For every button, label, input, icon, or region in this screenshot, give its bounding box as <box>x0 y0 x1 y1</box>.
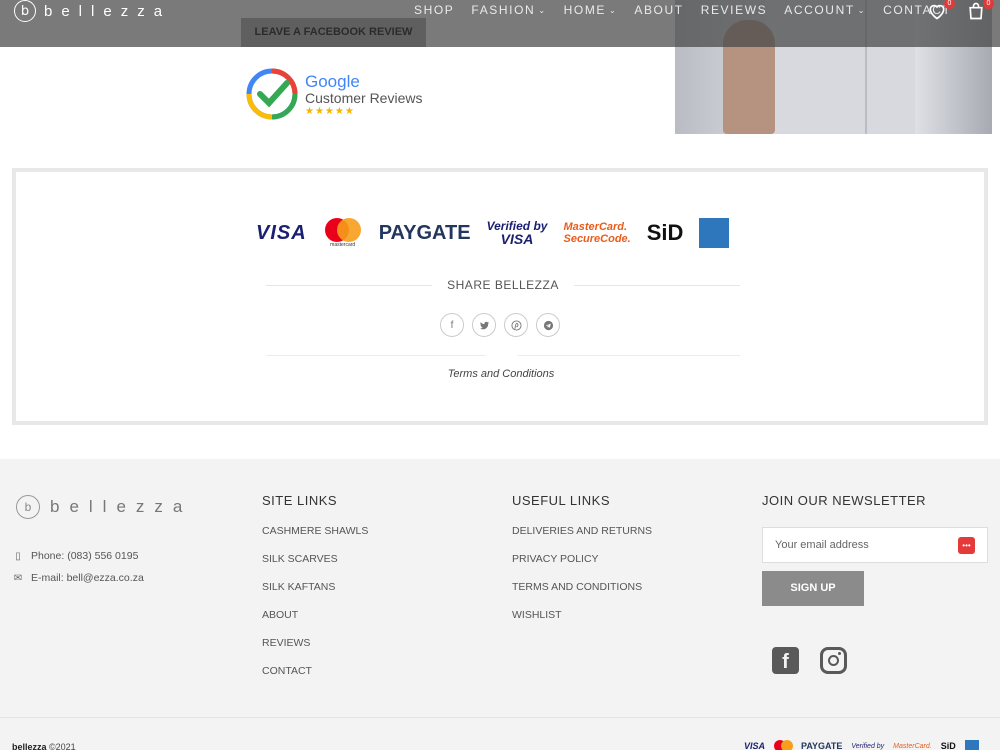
divider <box>518 355 740 356</box>
paygate-logo: PAYGATE <box>801 741 843 750</box>
mastercard-securecode-logo: MasterCard. <box>893 742 932 750</box>
facebook-icon[interactable]: f <box>772 647 799 674</box>
twitter-icon <box>479 321 489 329</box>
footer-payment-logos: VISA PAYGATE Verified by MasterCard. SiD <box>744 740 979 750</box>
share-pinterest-button[interactable] <box>504 313 528 337</box>
facebook-icon: f <box>450 319 454 331</box>
newsletter-title: JOIN OUR NEWSLETTER <box>762 493 927 508</box>
share-facebook-button[interactable]: f <box>440 313 464 337</box>
cart-count-badge: 0 <box>983 0 994 9</box>
nav-account[interactable]: ACCOUNT ⌄ <box>784 3 866 17</box>
divider <box>574 285 740 286</box>
wishlist-button[interactable]: 0 <box>927 0 955 23</box>
instagram-icon[interactable] <box>820 647 847 674</box>
mastercard-securecode-logo: MasterCard. SecureCode. <box>563 221 631 245</box>
share-title: SHARE BELLEZZA <box>447 278 559 292</box>
page: b bellezza SHOP FASHION ⌄ HOME ⌄ ABOUT REV… <box>0 0 1000 750</box>
google-check-icon <box>246 68 298 120</box>
footer-link-contact[interactable]: CONTACT <box>262 665 368 693</box>
american-express-logo <box>699 218 730 248</box>
footer-link-reviews[interactable]: REVIEWS <box>262 637 368 665</box>
footer-link-silk-scarves[interactable]: SILK SCARVES <box>262 553 368 581</box>
main-nav: SHOP FASHION ⌄ HOME ⌄ ABOUT REVIEWS ACCOUN… <box>414 3 968 17</box>
footer-link-cashmere-shawls[interactable]: CASHMERE SHAWLS <box>262 525 368 553</box>
nav-fashion[interactable]: FASHION ⌄ <box>471 3 546 17</box>
leave-facebook-review-button[interactable]: LEAVE A FACEBOOK REVIEW <box>241 18 426 47</box>
payment-share-panel: VISA mastercard PAYGATE Verified by VISA… <box>12 168 988 425</box>
copyright: bellezza ©2021 <box>12 742 76 750</box>
footer-logo-wordmark: bellezza <box>50 497 193 516</box>
chevron-down-icon: ⌄ <box>538 5 547 15</box>
sid-logo: SiD <box>646 220 684 245</box>
paygate-logo: PAYGATE <box>378 221 471 244</box>
site-links-title: SITE LINKS <box>262 493 338 508</box>
payment-logos: VISA mastercard PAYGATE Verified by VISA… <box>256 216 730 250</box>
cart-button[interactable]: 0 <box>966 0 994 23</box>
header-logo[interactable]: b bellezza <box>14 0 171 22</box>
footer-link-terms-conditions[interactable]: TERMS AND CONDITIONS <box>512 581 652 609</box>
footer-logo[interactable]: b bellezza <box>16 495 192 519</box>
visa-logo: VISA <box>256 221 307 244</box>
pinterest-icon <box>510 319 522 331</box>
footer-bottom-bar: bellezza ©2021 VISA PAYGATE Verified by … <box>0 717 1000 750</box>
verified-by-visa-logo: Verified by <box>851 742 885 750</box>
footer-link-wishlist[interactable]: WISHLIST <box>512 609 652 637</box>
mastercard-logo: mastercard <box>323 216 363 250</box>
share-twitter-button[interactable] <box>472 313 496 337</box>
logo-mark: b <box>16 495 40 519</box>
rating-stars: ★★★★★ <box>305 105 355 117</box>
customer-reviews-label: Customer Reviews <box>305 89 423 106</box>
nav-shop[interactable]: SHOP <box>414 3 454 17</box>
footer-email: ✉ E-mail: bell@ezza.co.za <box>13 572 144 584</box>
chevron-down-icon: ⌄ <box>857 5 867 15</box>
chevron-down-icon: ⌄ <box>609 5 618 15</box>
share-icons: f <box>440 313 560 337</box>
nav-home[interactable]: HOME ⌄ <box>564 3 618 17</box>
logo-wordmark: bellezza <box>44 2 172 20</box>
share-telegram-button[interactable] <box>536 313 560 337</box>
divider <box>266 285 432 286</box>
mastercard-logo <box>774 740 794 750</box>
footer-link-deliveries-returns[interactable]: DELIVERIES AND RETURNS <box>512 525 652 553</box>
terms-and-conditions-link[interactable]: Terms and Conditions <box>416 368 586 380</box>
american-express-logo <box>964 740 979 750</box>
site-links-column: SITE LINKS CASHMERE SHAWLS SILK SCARVES … <box>262 493 368 693</box>
sid-logo: SiD <box>940 741 956 750</box>
sign-up-button[interactable]: SIGN UP <box>762 571 864 606</box>
useful-links-column: USEFUL LINKS DELIVERIES AND RETURNS PRIV… <box>512 493 652 637</box>
phone-icon: ▯ <box>15 550 21 562</box>
google-customer-reviews-badge[interactable]: Google Customer Reviews ★★★★★ <box>245 67 422 121</box>
verified-by-visa-logo: Verified by VISA <box>486 219 548 247</box>
site-footer: b bellezza ▯ Phone: (083) 556 0195 ✉ E-m… <box>0 459 1000 750</box>
newsletter-email-input[interactable]: Your email address ••• <box>762 527 988 563</box>
nav-about[interactable]: ABOUT <box>634 3 683 17</box>
nav-reviews[interactable]: REVIEWS <box>701 3 768 17</box>
password-manager-icon[interactable]: ••• <box>958 536 975 554</box>
envelope-icon: ✉ <box>13 572 23 584</box>
logo-mark: b <box>14 0 36 22</box>
footer-phone: ▯ Phone: (083) 556 0195 <box>13 550 138 562</box>
telegram-icon <box>543 320 553 330</box>
newsletter-placeholder: Your email address <box>775 539 869 551</box>
site-header: b bellezza SHOP FASHION ⌄ HOME ⌄ ABOUT REV… <box>0 0 1000 47</box>
divider <box>266 355 486 356</box>
copyright-brand[interactable]: bellezza <box>12 742 47 750</box>
newsletter-column: JOIN OUR NEWSLETTER <box>762 493 926 525</box>
visa-logo: VISA <box>744 741 766 750</box>
google-wordmark: Google <box>305 71 360 91</box>
footer-link-silk-kaftans[interactable]: SILK KAFTANS <box>262 581 368 609</box>
useful-links-title: USEFUL LINKS <box>512 493 610 508</box>
footer-link-privacy-policy[interactable]: PRIVACY POLICY <box>512 553 652 581</box>
footer-link-about[interactable]: ABOUT <box>262 609 368 637</box>
